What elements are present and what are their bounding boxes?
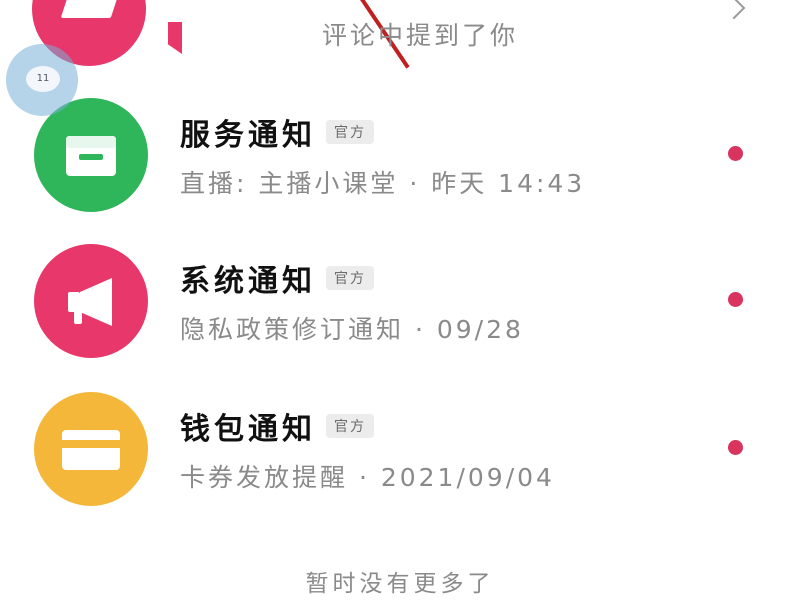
mention-icon [60, 0, 118, 18]
avatar-wallet-notice [34, 392, 148, 506]
avatar-service-notice [34, 98, 148, 212]
official-badge: 官方 [326, 120, 374, 144]
notice-subtitle: 直播: 主播小课堂 · 昨天 14:43 [180, 169, 586, 198]
title-line: 钱包通知 官方 [180, 404, 374, 448]
notice-title: 服务通知 [180, 118, 316, 153]
list-item-wallet-notice[interactable]: 钱包通知 官方 卡券发放提醒 · 2021/09/04 [0, 392, 800, 532]
notice-title: 钱包通知 [180, 412, 316, 447]
card-icon [62, 430, 120, 470]
list-item-mentions[interactable]: 评论中提到了你 [0, 0, 800, 70]
no-more-footer: 暂时没有更多了 [305, 571, 495, 597]
chevron-right-icon[interactable] [722, 0, 746, 20]
floating-bubble-label: 11 [26, 66, 60, 92]
title-line: 服务通知 官方 [180, 110, 374, 154]
list-item-service-notice[interactable]: 服务通知 官方 直播: 主播小课堂 · 昨天 14:43 [0, 98, 800, 238]
avatar-system-notice [34, 244, 148, 358]
inbox-icon [66, 136, 116, 176]
floating-bubble[interactable]: 11 [6, 44, 78, 116]
notice-title: 系统通知 [180, 264, 316, 299]
notice-subtitle: 隐私政策修订通知 · 09/28 [180, 315, 524, 344]
unread-dot [728, 440, 743, 455]
notice-subtitle: 卡券发放提醒 · 2021/09/04 [180, 463, 555, 492]
official-badge: 官方 [326, 266, 374, 290]
unread-dot [728, 146, 743, 161]
list-item-system-notice[interactable]: 系统通知 官方 隐私政策修订通知 · 09/28 [0, 244, 800, 384]
flag-icon [168, 22, 182, 54]
title-line: 系统通知 官方 [180, 256, 374, 300]
mentions-preview: 评论中提到了你 [322, 21, 519, 50]
megaphone-icon [68, 278, 112, 326]
official-badge: 官方 [326, 414, 374, 438]
unread-dot [728, 292, 743, 307]
